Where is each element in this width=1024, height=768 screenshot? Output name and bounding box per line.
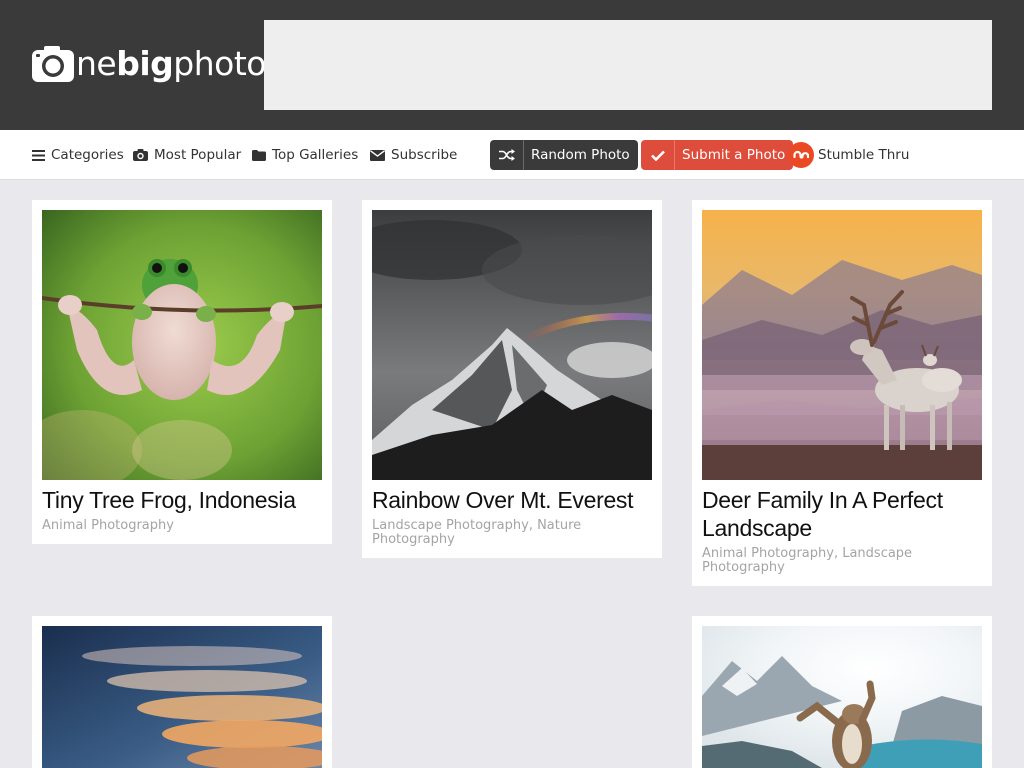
nav-subscribe[interactable]: Subscribe [370,130,457,180]
everest-photo[interactable] [372,210,652,480]
squirrel-photo[interactable] [702,626,982,768]
photo-card: Deer Family In A Perfect Landscape Anima… [692,200,992,586]
site-header: nebigphoto [0,0,1024,130]
shuffle-icon [498,149,515,161]
nav-most-popular-label: Most Popular [154,147,242,163]
post-tag[interactable]: Landscape Photography [372,518,529,533]
random-icon-wrap [490,140,524,170]
nav-top-galleries-label: Top Galleries [272,147,359,163]
photo-card [32,616,332,768]
post-title[interactable]: Tiny Tree Frog, Indonesia [42,486,322,514]
submit-photo-button[interactable]: Submit a Photo [641,140,794,170]
cloud-photo[interactable] [42,626,322,768]
random-photo-button[interactable]: Random Photo [490,140,638,170]
post-tags: Landscape Photography, Nature Photograph… [372,518,582,547]
photo-card: Tiny Tree Frog, Indonesia Animal Photogr… [32,200,332,544]
post-tags: Animal Photography, Landscape Photograph… [702,546,913,575]
menu-icon [32,149,45,161]
nav-subscribe-label: Subscribe [391,147,458,163]
stumble-thru-link[interactable]: Stumble Thru [788,142,909,168]
nav-top-galleries[interactable]: Top Galleries [252,130,358,180]
logo-wordmark: nebigphoto [76,44,266,83]
post-title[interactable]: Rainbow Over Mt. Everest [372,486,652,514]
photo-card: Rainbow Over Mt. Everest Landscape Photo… [362,200,662,558]
post-tag[interactable]: Animal Photography [42,518,174,533]
frog-photo[interactable] [42,210,322,480]
camera-logo-icon [32,46,74,82]
deer-photo[interactable] [702,210,982,480]
submit-icon-wrap [641,140,675,170]
ad-banner[interactable] [264,20,992,110]
site-logo[interactable]: nebigphoto [32,44,266,84]
post-tags: Animal Photography [42,519,322,535]
envelope-icon [370,149,385,161]
nav-most-popular[interactable]: Most Popular [133,130,241,180]
nav-categories-label: Categories [51,147,124,163]
random-photo-label: Random Photo [531,147,630,163]
submit-photo-label: Submit a Photo [682,147,786,163]
folder-icon [252,149,266,161]
stumbleupon-icon [788,142,814,168]
photo-card [692,616,992,768]
post-tag[interactable]: Animal Photography [702,546,834,561]
camera-icon [133,149,148,161]
stumble-thru-label: Stumble Thru [818,147,910,163]
post-title[interactable]: Deer Family In A Perfect Landscape [702,486,982,542]
nav-categories[interactable]: Categories [32,130,124,180]
checkmark-icon [650,150,665,161]
